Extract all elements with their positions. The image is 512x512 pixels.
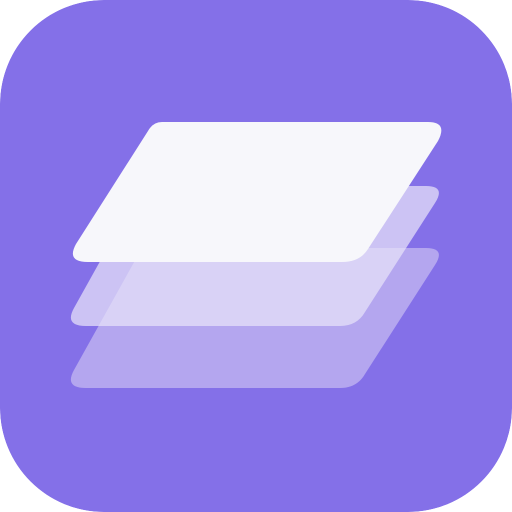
app-icon[interactable] xyxy=(0,0,512,512)
layers-icon xyxy=(0,0,512,512)
